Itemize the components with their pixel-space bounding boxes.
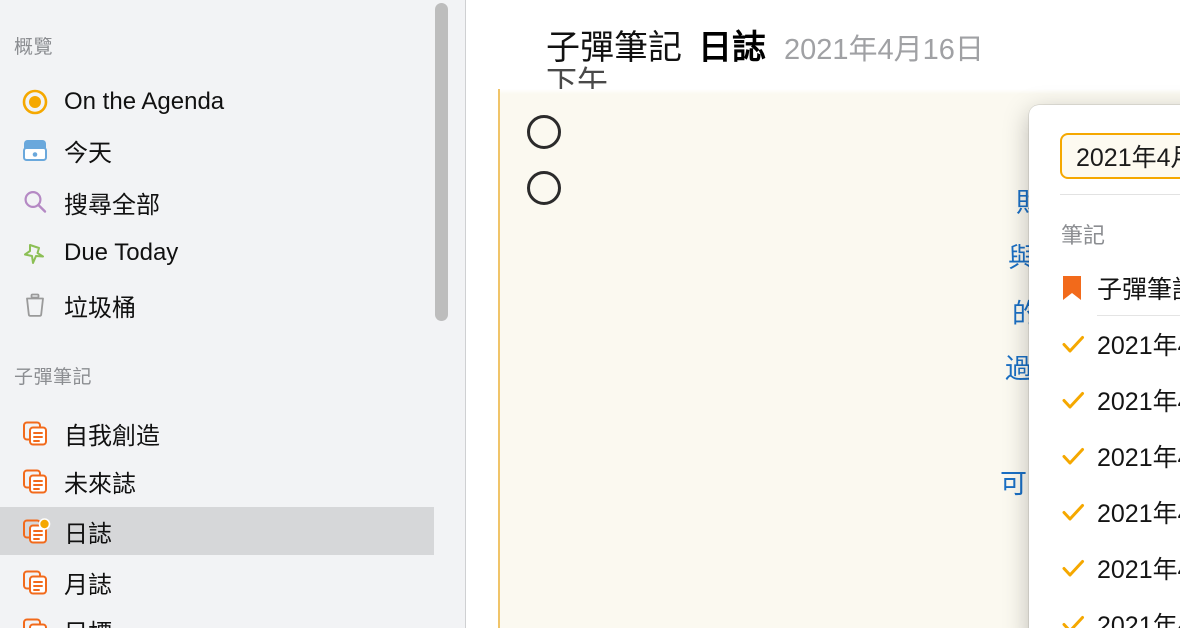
search-result-row[interactable]: 2021年4月2日 [1029,372,1180,428]
calendar-icon [18,133,52,167]
search-result-label-primary: 2021年4月5日 [1097,556,1180,584]
search-results-list: 子彈筆記日誌 2021年4月1日 2021年4月2日 2021年4月3日 2021年4月… [1029,260,1180,628]
notes-stack-badge-icon [18,514,52,548]
search-input[interactable]: 2021年4月 [1062,138,1180,174]
sidebar-item-5[interactable]: 目標 [0,606,434,628]
search-result-row[interactable]: 2021年4月5日 [1029,540,1180,596]
sidebar-item-label: 垃圾桶 [64,294,136,322]
notes-stack-icon [18,464,52,498]
search-result-label-primary: 2021年4月3日 [1097,444,1180,472]
sidebar-item-label: 今天 [64,139,112,167]
sidebar-item-label: On the Agenda [64,88,225,115]
sidebar-item-4[interactable]: Due Today [0,229,434,277]
search-icon [18,185,52,219]
search-result-label: 2021年4月6日 [1097,606,1180,628]
sidebar-item-5[interactable]: 垃圾桶 [0,281,434,329]
task-checkbox-circle[interactable] [527,171,561,205]
sidebar-item-label: 搜尋全部 [64,191,160,219]
target-dot-icon [18,85,52,119]
sidebar-scrollbar-thumb[interactable] [435,3,448,321]
document-header: 子彈筆記 日誌 2021年4月16日 [546,20,984,69]
notes-stack-icon [18,416,52,450]
sidebar-item-label: 自我創造 [64,422,160,450]
sidebar-item-2[interactable]: 今天 [0,126,434,174]
search-result-label: 子彈筆記日誌 [1097,270,1180,306]
sidebar: 概覽 On the Agenda 今天 搜尋全部 Due Today 垃圾桶 子彈筆記 … [0,0,466,628]
checkmark-icon [1059,386,1097,414]
search-result-row[interactable]: 2021年4月4日 [1029,484,1180,540]
sidebar-item-2[interactable]: 未來誌 [0,457,434,505]
search-result-label-primary: 2021年4月4日 [1097,500,1180,528]
checkmark-icon [1059,442,1097,470]
search-result-label: 2021年4月3日 [1097,438,1180,474]
search-result-row[interactable]: 2021年4月3日 [1029,428,1180,484]
search-result-label-primary: 2021年4月2日 [1097,388,1180,416]
sidebar-section-title-overview: 概覽 [14,37,54,58]
app-window: 概覽 On the Agenda 今天搜尋全部 Due Today 垃圾桶 子彈筆記 … [0,0,1180,628]
search-result-label: 2021年4月4日 [1097,494,1180,530]
search-result-label: 2021年4月2日 [1097,382,1180,418]
search-result-label: 2021年4月1日 [1097,326,1180,362]
search-result-row[interactable]: 2021年4月6日 [1029,596,1180,628]
sidebar-item-4[interactable]: 月誌 [0,558,434,606]
pushpin-icon [18,236,52,270]
search-result-label: 2021年4月5日 [1097,550,1180,586]
search-result-row[interactable]: 子彈筆記日誌 [1029,260,1180,316]
link-search-popover: 2021年4月 筆記 子彈筆記日誌 2021年4月1日 2021年4月2日 2021年… [1029,105,1180,628]
search-result-label-primary: 子彈筆記 [1097,276,1180,304]
checkmark-icon [1059,554,1097,582]
sidebar-item-label: 月誌 [64,571,112,599]
sidebar-item-label: 目標 [64,613,112,628]
sidebar-item-label: Due Today [64,239,179,266]
checkmark-icon [1059,330,1097,358]
sidebar-item-3[interactable]: 搜尋全部 [0,178,434,226]
page-title: 日誌 [698,29,766,67]
bookmark-icon [1059,273,1097,303]
results-group-label: 筆記 [1061,223,1106,248]
search-result-label-primary: 2021年4月1日 [1097,332,1180,360]
search-result-row[interactable]: 2021年4月1日 [1029,316,1180,372]
sidebar-section-title-bullet-journal: 子彈筆記 [14,367,93,388]
search-result-label-primary: 2021年4月6日 [1097,612,1180,628]
checkmark-icon [1059,498,1097,526]
sidebar-item-1[interactable]: 自我創造 [0,409,434,457]
popover-divider [1060,194,1180,195]
notes-stack-icon [18,565,52,599]
main-content-area: 子彈筆記 日誌 2021年4月16日 下午 財篇） - t與幸福的的迷思，過的生… [467,0,1180,628]
search-field[interactable]: 2021年4月 [1060,133,1180,179]
sidebar-item-3-selected[interactable]: 日誌 [0,507,434,555]
sidebar-item-label: 未來誌 [64,470,136,498]
notes-stack-icon [18,613,52,628]
checkmark-icon [1059,610,1097,628]
header-date: 2021年4月16日 [784,34,984,66]
sidebar-item-1[interactable]: On the Agenda [0,78,434,126]
sidebar-item-label: 日誌 [64,520,112,548]
task-checkbox-circle[interactable] [527,115,561,149]
trash-icon [18,288,52,322]
